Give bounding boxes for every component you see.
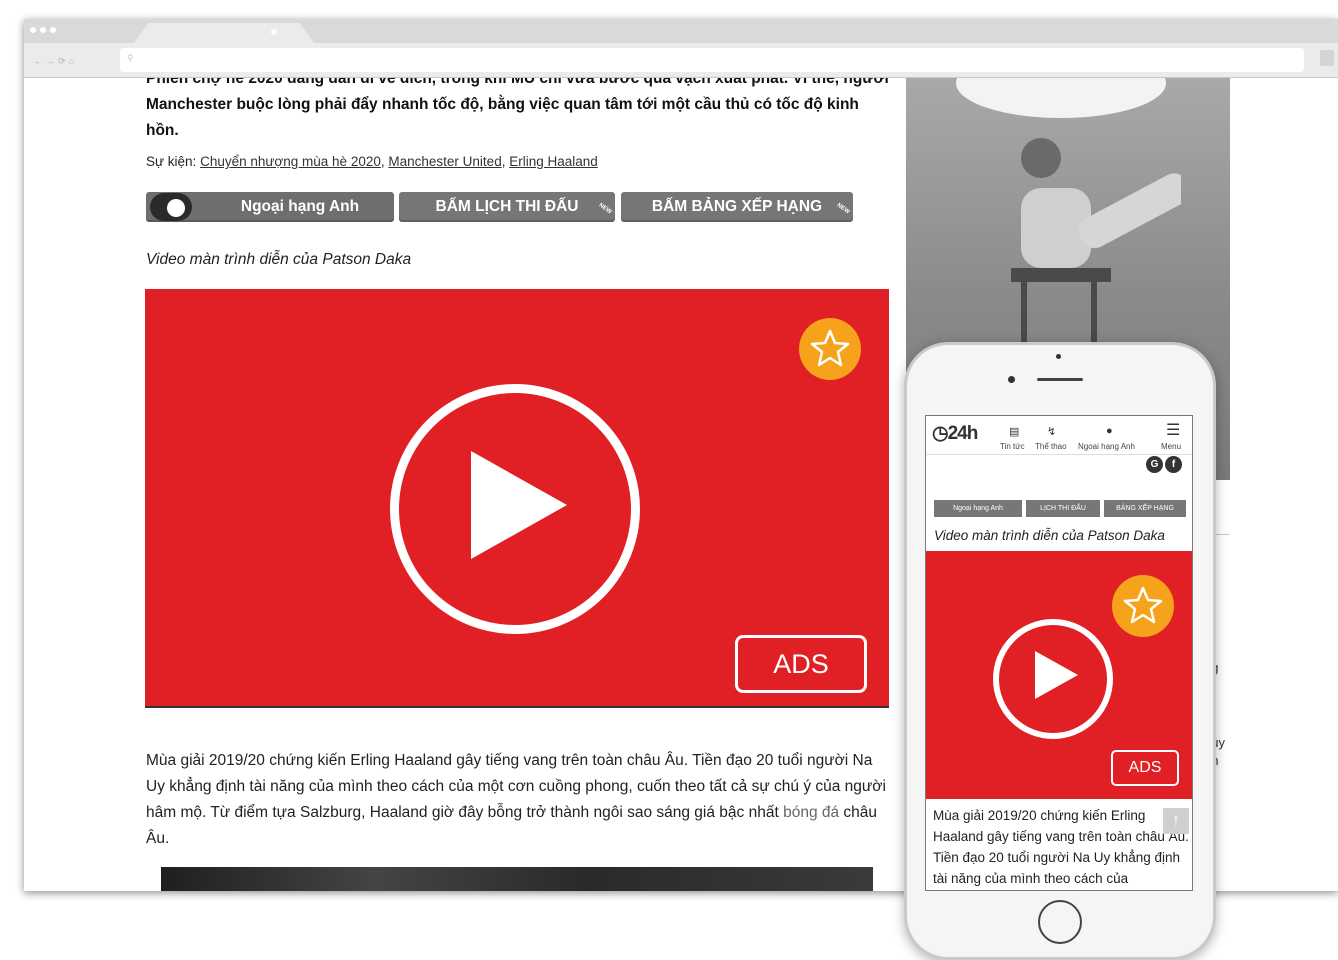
phone-screen: ◷24h ▤ Tin tức ↯ Thể thao ● Ngoại hạng A… [925, 415, 1193, 891]
nav-news[interactable]: Tin tức [1000, 442, 1025, 451]
video-caption: Video màn trình diễn của Patson Daka [146, 251, 412, 268]
ad-speech-bubble [956, 78, 1166, 118]
mobile-video-player[interactable]: ADS [926, 551, 1192, 799]
ad-model-illustration [1011, 138, 1181, 352]
event-link-manutd[interactable]: Manchester United [388, 154, 501, 169]
play-icon[interactable] [471, 451, 567, 559]
mobile-header: ◷24h ▤ Tin tức ↯ Thể thao ● Ngoại hạng A… [926, 416, 1192, 455]
tab-close-icon[interactable] [271, 29, 277, 35]
google-plus-icon[interactable]: G [1146, 456, 1163, 473]
event-line: Sự kiện: Chuyển nhượng mùa hè 2020, Manc… [146, 154, 598, 169]
nav-buttons[interactable]: ←→⟳⌂ [34, 56, 77, 67]
facebook-icon[interactable]: f [1165, 456, 1182, 473]
quick-buttons: Ngoại hạng Anh BẤM LỊCH THI ĐẤU NEW BẤM … [146, 192, 866, 224]
social-icons: Gf [1144, 454, 1182, 473]
reload-icon[interactable]: ⟳ [58, 56, 69, 66]
star-icon[interactable] [799, 318, 861, 380]
new-badge: NEW [835, 202, 851, 216]
mobile-schedule-button[interactable]: LỊCH THI ĐẤU [1026, 500, 1100, 517]
video-player[interactable]: ADS [145, 289, 889, 708]
home-icon[interactable]: ⌂ [69, 56, 77, 66]
phone-speaker [1037, 378, 1083, 381]
mobile-phone-mockup: ◷24h ▤ Tin tức ↯ Thể thao ● Ngoại hạng A… [904, 342, 1216, 960]
title-bar [24, 19, 1338, 43]
premier-league-button[interactable]: Ngoại hạng Anh [146, 192, 394, 222]
standings-button[interactable]: BẤM BẢNG XẾP HẠNG NEW [621, 192, 853, 222]
mobile-video-caption: Video màn trình diễn của Patson Daka [934, 528, 1165, 543]
event-label: Sự kiện: [146, 154, 197, 169]
scroll-top-icon[interactable]: ↑ [1163, 808, 1189, 834]
mobile-premier-league-button[interactable]: Ngoại hạng Anh [934, 500, 1022, 517]
premier-league-lion-icon [150, 193, 192, 221]
browser-tab[interactable] [134, 23, 314, 43]
football-link[interactable]: bóng đá [783, 804, 839, 821]
schedule-button[interactable]: BẤM LỊCH THI ĐẤU NEW [399, 192, 615, 222]
news-icon: ▤ [1009, 426, 1020, 438]
nav-sports[interactable]: Thể thao [1035, 442, 1067, 451]
event-link-transfer[interactable]: Chuyển nhượng mùa hè 2020 [200, 154, 381, 169]
article-lead: Phiên chợ hè 2020 đang dần đi về đích, t… [146, 78, 889, 139]
event-link-haaland[interactable]: Erling Haaland [509, 154, 598, 169]
standings-label: BẤM BẢNG XẾP HẠNG [651, 198, 823, 215]
phone-sensor [1056, 354, 1061, 359]
mobile-article-body: Mùa giải 2019/20 chứng kiến Erling Haala… [933, 808, 1189, 886]
schedule-label: BẤM LỊCH THI ĐẤU [435, 198, 579, 215]
phone-camera [1008, 376, 1015, 383]
mobile-standings-button[interactable]: BẢNG XẾP HẠNG [1104, 500, 1186, 517]
ads-label[interactable]: ADS [735, 635, 867, 693]
home-button[interactable] [1038, 900, 1082, 944]
site-logo[interactable]: ◷24h [932, 422, 978, 445]
back-icon[interactable]: ← [34, 56, 46, 66]
article-photo [161, 867, 873, 891]
play-icon[interactable] [1035, 651, 1078, 699]
new-badge: NEW [597, 202, 613, 216]
window-controls[interactable] [30, 27, 56, 33]
football-icon: ● [1106, 425, 1113, 437]
browser-menu-icon[interactable] [1320, 50, 1334, 66]
browser-toolbar: ←→⟳⌂ ⚲ [24, 43, 1338, 78]
body-paragraph: Mùa giải 2019/20 chứng kiến Erling Haala… [146, 752, 886, 821]
forward-icon[interactable]: → [46, 56, 58, 66]
nav-menu[interactable]: Menu [1161, 442, 1181, 451]
star-icon[interactable] [1112, 575, 1174, 637]
address-bar[interactable]: ⚲ [120, 48, 1304, 72]
menu-icon[interactable]: ☰ [1166, 420, 1180, 440]
runner-icon: ↯ [1047, 426, 1057, 438]
search-icon: ⚲ [127, 53, 134, 63]
article-body: Mùa giải 2019/20 chứng kiến Erling Haala… [146, 748, 891, 852]
mobile-ads-label[interactable]: ADS [1111, 750, 1179, 786]
nav-premier-league[interactable]: Ngoại hạng Anh [1078, 442, 1135, 451]
